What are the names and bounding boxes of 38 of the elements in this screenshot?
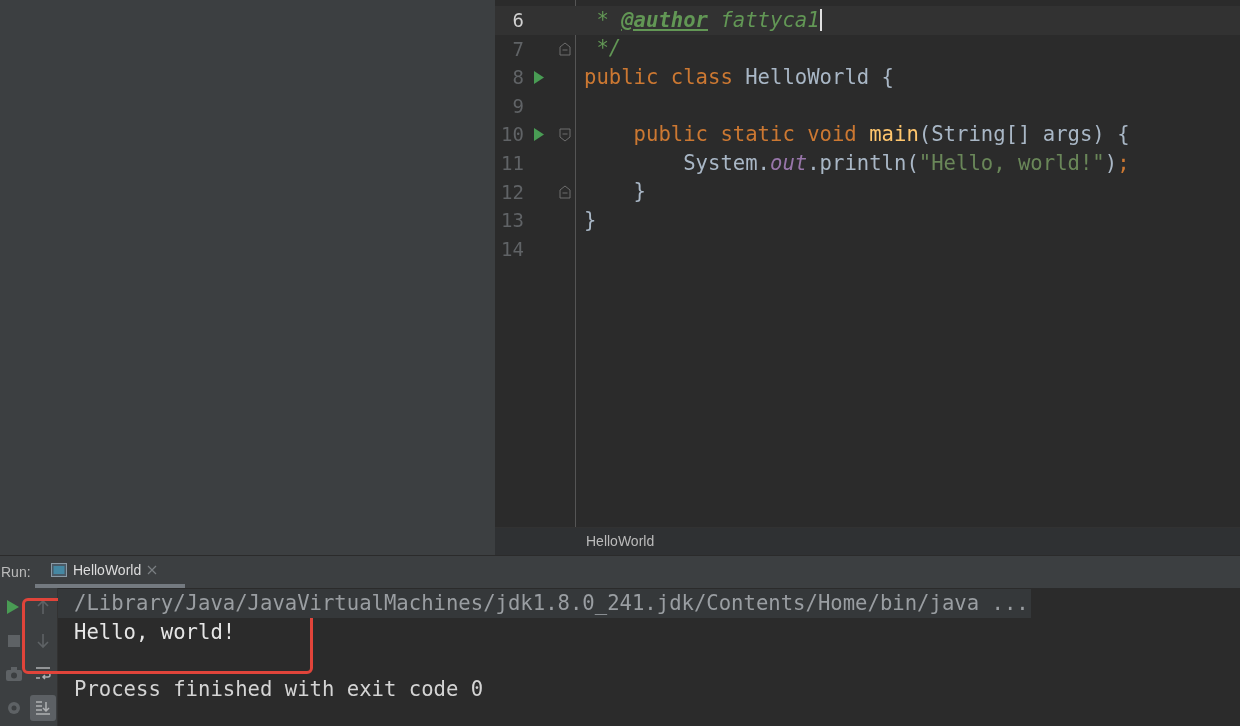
code-token: System. <box>682 149 770 177</box>
breadcrumb[interactable]: HelloWorld <box>586 531 655 552</box>
scroll-to-end-icon[interactable] <box>29 694 56 721</box>
run-label: Run: <box>0 562 32 582</box>
line-number: 12 <box>500 179 524 205</box>
close-icon[interactable] <box>147 565 158 575</box>
console-line: Process finished with exit code 0 <box>73 675 485 703</box>
line-number: 10 <box>500 122 524 148</box>
console-icon <box>51 563 67 577</box>
code-token: ; <box>1117 149 1130 177</box>
code-token: public class <box>584 64 733 92</box>
code-token: public static void <box>632 121 857 149</box>
code-token: fattyca1 <box>719 6 820 34</box>
code-token: .println( <box>807 149 919 177</box>
line-number: 7 <box>511 36 524 62</box>
code-token: (String[] args) { <box>918 121 1130 149</box>
line-number: 9 <box>511 93 524 119</box>
run-icon[interactable] <box>534 128 544 142</box>
line-number: 14 <box>500 236 524 262</box>
fold-icon[interactable] <box>559 127 571 142</box>
line-number: 8 <box>511 65 524 91</box>
code-token: */ <box>595 35 622 63</box>
fold-icon[interactable] <box>559 184 571 199</box>
code-token: main <box>868 121 919 149</box>
line-number: 6 <box>511 8 524 34</box>
code-token: } <box>632 178 646 206</box>
run-icon[interactable] <box>534 71 544 84</box>
code-token: HelloWorld { <box>744 64 894 92</box>
code-token: * <box>595 6 610 34</box>
code-token: "Hello, world!" <box>918 149 1105 177</box>
console-line: Hello, world! <box>73 618 237 646</box>
code-token: } <box>584 207 597 234</box>
code-token: out <box>770 149 808 177</box>
line-number: 13 <box>500 208 524 234</box>
code-token: @author <box>621 6 708 34</box>
fold-icon[interactable] <box>559 41 571 56</box>
code-token: ) <box>1104 149 1118 177</box>
line-number: 11 <box>500 151 524 176</box>
